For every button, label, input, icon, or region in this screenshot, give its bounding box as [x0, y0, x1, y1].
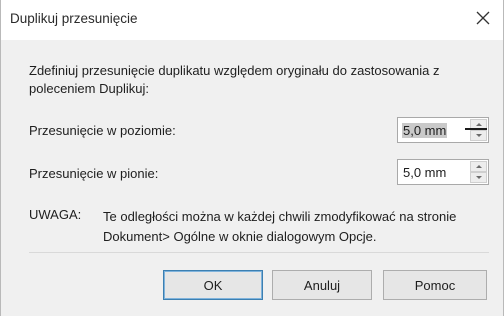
close-button[interactable]	[469, 4, 497, 32]
vertical-offset-spinbox[interactable]: 5,0 mm	[397, 159, 489, 185]
horizontal-offset-stepper	[470, 119, 487, 141]
vertical-offset-value[interactable]: 5,0 mm	[402, 165, 447, 180]
dialog-title: Duplikuj przesunięcie	[10, 11, 138, 26]
arrow-up-icon	[475, 165, 482, 168]
horizontal-offset-value[interactable]: 5,0 mm	[402, 123, 448, 138]
horizontal-offset-spinbox[interactable]: 5,0 mm	[397, 117, 489, 143]
ok-button[interactable]: OK	[163, 270, 263, 300]
mouse-cursor-resize-icon	[465, 128, 487, 130]
cancel-button[interactable]: Anuluj	[272, 270, 372, 300]
title-bar: Duplikuj przesunięcie	[1, 0, 503, 40]
help-button[interactable]: Pomoc	[383, 270, 487, 300]
vertical-offset-stepper	[470, 161, 487, 183]
separator	[29, 252, 489, 253]
duplicate-offset-dialog: Duplikuj przesunięcie Zdefiniuj przesuni…	[0, 0, 504, 316]
arrow-up-icon	[475, 123, 482, 126]
vertical-decrement-button[interactable]	[470, 172, 487, 183]
horizontal-offset-label: Przesunięcie w poziomie:	[29, 123, 176, 138]
note-label: UWAGA:	[29, 207, 82, 222]
horizontal-decrement-button[interactable]	[470, 130, 487, 141]
arrow-down-icon	[475, 134, 482, 137]
vertical-increment-button[interactable]	[470, 161, 487, 172]
arrow-down-icon	[475, 176, 482, 179]
vertical-offset-label: Przesunięcie w pionie:	[29, 166, 159, 181]
note-text: Te odległości można w każdej chwili zmod…	[103, 209, 457, 244]
close-icon	[476, 11, 490, 25]
dialog-description: Zdefiniuj przesunięcie duplikatu względe…	[29, 63, 440, 96]
